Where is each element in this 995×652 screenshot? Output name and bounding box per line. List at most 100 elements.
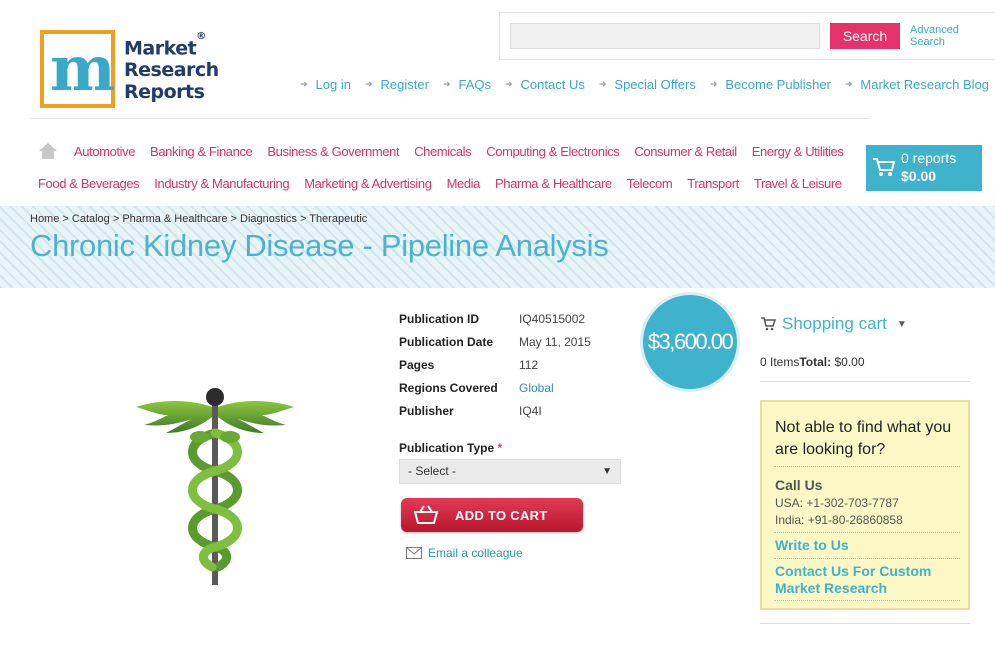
logo-line-1: Market — [124, 37, 197, 60]
india-phone: India: +91-80-26860858 — [775, 513, 903, 527]
custom-research-link[interactable]: Contact Us For Custom Market Research — [775, 563, 965, 597]
publication-type-label: Publication Type * — [399, 441, 502, 455]
write-to-us-link[interactable]: Write to Us — [775, 537, 965, 554]
header-cart-widget[interactable]: 0 reports $0.00 — [866, 145, 982, 191]
shopping-cart-summary: 0 ItemsTotal: $0.00 — [760, 355, 865, 369]
category-computing-electronics[interactable]: Computing & Electronics — [486, 144, 620, 159]
add-to-cart-label: ADD TO CART — [455, 508, 548, 523]
cart-items-count: 0 Items — [760, 355, 800, 369]
detail-value: 112 — [519, 358, 539, 372]
required-marker: * — [497, 441, 503, 455]
category-energy-utilities[interactable]: Energy & Utilities — [752, 144, 844, 159]
category-travel-leisure[interactable]: Travel & Leisure — [754, 176, 842, 191]
advanced-search-link[interactable]: Advanced Search — [910, 24, 980, 48]
arrow-icon: ➜ — [844, 78, 853, 89]
publication-type-selected: - Select - — [408, 464, 457, 478]
region-link[interactable]: Global — [519, 381, 554, 395]
top-link-label: Register — [380, 76, 429, 92]
envelope-icon — [406, 547, 422, 559]
category-food-beverages[interactable]: Food & Beverages — [38, 176, 140, 191]
search-input[interactable] — [510, 23, 820, 49]
top-link-label: Contact Us — [520, 76, 585, 92]
add-to-cart-button[interactable]: ADD TO CART — [401, 498, 583, 532]
detail-label: Publication Date — [399, 335, 494, 349]
cart-icon — [873, 158, 896, 176]
email-colleague-link[interactable]: Email a colleague — [406, 546, 523, 560]
top-link-faqs[interactable]: ➜ FAQs — [443, 76, 491, 92]
arrow-icon: ➜ — [598, 78, 607, 89]
detail-value: IQ40515002 — [519, 312, 586, 326]
detail-label: Publisher — [399, 404, 454, 418]
arrow-icon: ➜ — [364, 78, 373, 89]
category-banking-finance[interactable]: Banking & Finance — [150, 144, 253, 159]
arrow-icon: ➜ — [300, 78, 308, 89]
usa-phone: USA: +1-302-703-7787 — [775, 496, 899, 510]
category-chemicals[interactable]: Chemicals — [414, 144, 471, 159]
sidebar-divider — [760, 381, 970, 382]
arrow-icon: ➜ — [442, 78, 451, 89]
top-link-blog[interactable]: ➜ Market Research Blog — [845, 76, 989, 92]
detail-label: Regions Covered — [399, 381, 498, 395]
top-link-contact-us[interactable]: ➜ Contact Us — [505, 76, 585, 92]
detail-value: May 11, 2015 — [519, 335, 591, 349]
page: m Market® Research Reports Search Advanc… — [0, 0, 995, 652]
shopping-cart-title: Shopping cart — [782, 314, 887, 333]
help-box: Not able to find what you are looking fo… — [760, 400, 970, 610]
category-pharma-healthcare[interactable]: Pharma & Healthcare — [495, 176, 612, 191]
category-marketing-advertising[interactable]: Marketing & Advertising — [304, 176, 432, 191]
call-us-heading: Call Us — [775, 477, 823, 493]
detail-label: Publication ID — [399, 312, 480, 326]
email-colleague-label: Email a colleague — [428, 546, 523, 560]
top-link-label: Log in — [315, 76, 351, 92]
help-question: Not able to find what you are looking fo… — [775, 419, 952, 458]
header-divider — [30, 118, 870, 119]
category-media[interactable]: Media — [447, 176, 481, 191]
top-link-special-offers[interactable]: ➜ Special Offers — [599, 76, 696, 92]
help-divider — [774, 532, 960, 533]
cart-total-label: Total: — [799, 355, 832, 369]
category-telecom[interactable]: Telecom — [627, 176, 673, 191]
page-title: Chronic Kidney Disease - Pipeline Analys… — [30, 228, 609, 263]
top-link-label: FAQs — [458, 76, 491, 92]
cart-total-value: $0.00 — [831, 355, 865, 369]
dropdown-caret-icon: ▼ — [602, 466, 612, 477]
cart-icon — [761, 317, 776, 331]
search-button[interactable]: Search — [830, 23, 900, 49]
publication-type-label-text: Publication Type — [399, 441, 495, 455]
shopping-cart-header[interactable]: Shopping cart ▼ — [760, 314, 907, 334]
category-nav-row-2: Food & Beverages Industry & Manufacturin… — [38, 176, 842, 191]
caduceus-product-image — [136, 388, 294, 585]
arrow-icon: ➜ — [505, 78, 513, 89]
search-box: Search Advanced Search — [499, 12, 995, 60]
price-badge: $3,600.00 — [640, 292, 740, 392]
category-business-government[interactable]: Business & Government — [267, 144, 399, 159]
category-automotive[interactable]: Automotive — [74, 144, 135, 159]
site-logo[interactable]: m Market® Research Reports — [40, 30, 219, 110]
logo-m-glyph: m — [50, 32, 116, 105]
logo-text: Market® Research Reports — [124, 31, 219, 103]
sidebar-divider — [760, 623, 970, 624]
top-link-label: Special Offers — [614, 76, 696, 92]
category-transport[interactable]: Transport — [687, 176, 739, 191]
home-icon[interactable] — [38, 142, 58, 160]
cart-total: $0.00 — [901, 168, 937, 184]
detail-value: IQ4I — [519, 404, 542, 418]
category-consumer-retail[interactable]: Consumer & Retail — [634, 144, 737, 159]
logo-registered: ® — [196, 31, 206, 42]
top-link-register[interactable]: ➜ Register — [365, 76, 429, 92]
category-nav-row-1: Automotive Banking & Finance Business & … — [74, 144, 844, 159]
publication-type-select[interactable]: - Select - ▼ — [399, 459, 621, 484]
breadcrumb[interactable]: Home > Catalog > Pharma & Healthcare > D… — [30, 213, 367, 225]
help-divider — [774, 600, 960, 601]
cart-report-count: 0 reports — [901, 150, 957, 166]
help-divider — [774, 466, 960, 467]
basket-icon — [413, 505, 439, 524]
category-industry-manufacturing[interactable]: Industry & Manufacturing — [154, 176, 289, 191]
top-link-label: Market Research Blog — [860, 76, 990, 92]
logo-line-2: Research — [124, 59, 219, 82]
help-divider — [774, 558, 960, 559]
chevron-down-icon: ▼ — [896, 318, 907, 330]
top-link-login[interactable]: ➜ Log in — [300, 76, 351, 92]
top-link-become-publisher[interactable]: ➜ Become Publisher — [710, 76, 831, 92]
arrow-icon: ➜ — [709, 78, 718, 89]
